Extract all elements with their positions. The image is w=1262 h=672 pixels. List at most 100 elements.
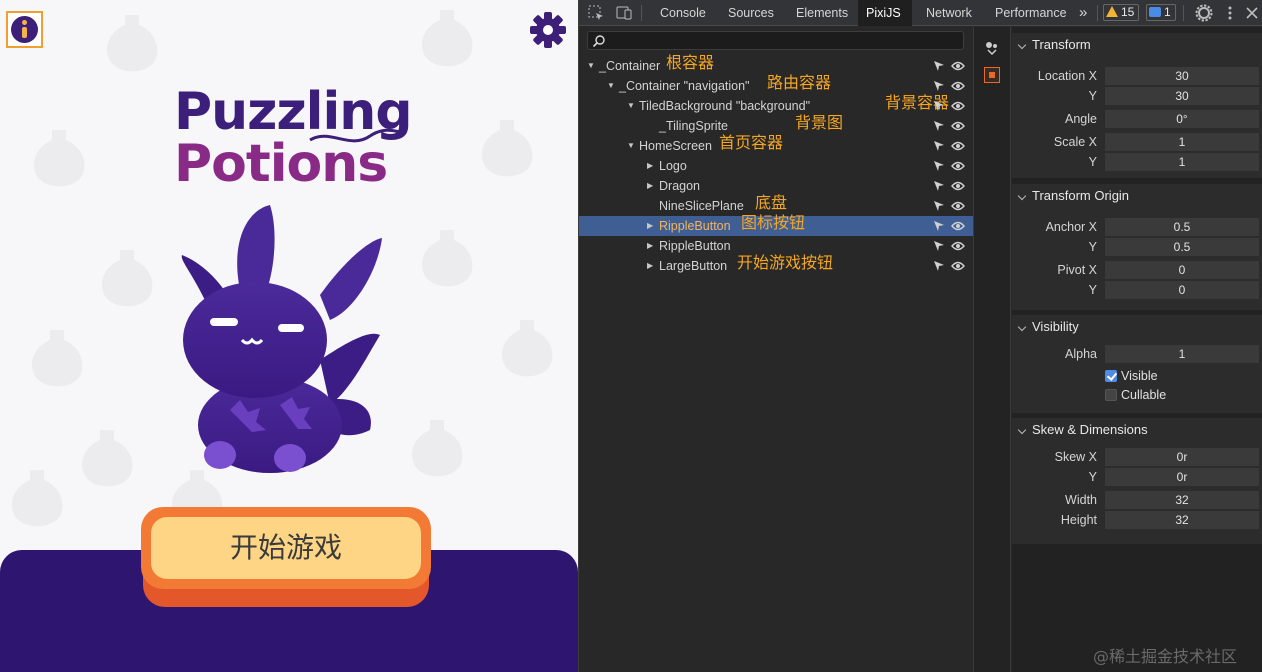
- visibility-eye-icon[interactable]: [951, 261, 965, 271]
- game-canvas[interactable]: Puzzling Potions 开始游戏: [0, 0, 578, 672]
- tab-performance[interactable]: Performance: [987, 0, 1075, 26]
- tree-row[interactable]: ▶ RippleButton 图标按钮: [579, 213, 973, 236]
- tree-node-name: RippleButton: [659, 239, 731, 253]
- tab-pixijs[interactable]: PixiJS: [858, 0, 912, 26]
- warnings-count: 15: [1121, 5, 1135, 19]
- visibility-eye-icon[interactable]: [951, 241, 965, 251]
- transform-section-header[interactable]: Transform: [1012, 33, 1262, 57]
- anchor-x-field[interactable]: 0.5: [1105, 218, 1259, 236]
- location-x-field[interactable]: 30: [1105, 67, 1259, 85]
- pivot-y-field[interactable]: 0: [1105, 281, 1259, 299]
- select-pointer-icon[interactable]: [933, 120, 945, 132]
- height-label: Height: [1060, 513, 1097, 527]
- expand-arrow-right-icon[interactable]: ▶: [647, 156, 653, 176]
- toolbar-separator: [641, 5, 642, 21]
- expand-arrow-right-icon[interactable]: ▶: [647, 236, 653, 256]
- checkbox-unchecked-icon: [1105, 389, 1117, 401]
- scene-search-input[interactable]: [587, 31, 964, 50]
- skew-y-field[interactable]: 0r: [1105, 468, 1259, 486]
- width-label: Width: [1065, 493, 1097, 507]
- game-logo: Puzzling Potions: [170, 82, 413, 197]
- chevron-down-icon: [1017, 40, 1027, 50]
- select-pointer-icon[interactable]: [933, 60, 945, 72]
- visibility-eye-icon[interactable]: [951, 181, 965, 191]
- inspect-element-icon[interactable]: [587, 4, 605, 22]
- visibility-eye-icon[interactable]: [951, 121, 965, 131]
- tree-node-name: Dragon: [659, 179, 700, 193]
- height-field[interactable]: 32: [1105, 511, 1259, 529]
- tab-network[interactable]: Network: [918, 0, 980, 26]
- section-title: Visibility: [1032, 319, 1079, 334]
- device-toolbar-icon[interactable]: [615, 4, 633, 22]
- settings-gear-icon[interactable]: [1195, 4, 1213, 22]
- location-y-label: Y: [1088, 89, 1097, 103]
- alpha-field[interactable]: 1: [1105, 345, 1259, 363]
- tree-row[interactable]: ▶ Logo: [579, 156, 973, 176]
- warning-icon: [1106, 6, 1118, 17]
- select-pointer-icon[interactable]: [933, 180, 945, 192]
- visibility-eye-icon[interactable]: [951, 161, 965, 171]
- select-pointer-icon[interactable]: [933, 240, 945, 252]
- scale-x-field[interactable]: 1: [1105, 133, 1259, 151]
- expand-arrow-right-icon[interactable]: ▶: [647, 176, 653, 196]
- select-pointer-icon[interactable]: [933, 140, 945, 152]
- scale-x-label: Scale X: [1053, 135, 1097, 149]
- tree-row[interactable]: ▶ LargeButton 开始游戏按钮: [579, 253, 973, 276]
- expand-arrow-right-icon[interactable]: ▶: [647, 216, 653, 236]
- more-options-icon[interactable]: [1221, 4, 1239, 22]
- tab-console[interactable]: Console: [652, 0, 714, 26]
- tree-node-name: _TilingSprite: [659, 119, 729, 133]
- panel-side-strip: [973, 27, 1011, 672]
- tab-elements[interactable]: Elements: [788, 0, 856, 26]
- expand-arrow-down-icon[interactable]: ▼: [587, 56, 595, 76]
- scene-graph-icon[interactable]: [984, 40, 1000, 56]
- toolbar-separator: [1183, 5, 1184, 21]
- anchor-x-label: Anchor X: [1045, 220, 1097, 234]
- tree-node-name: LargeButton: [659, 259, 728, 273]
- selection-highlight-icon[interactable]: [984, 67, 1000, 83]
- info-icon: [11, 16, 38, 43]
- scale-y-label: Y: [1088, 155, 1097, 169]
- select-pointer-icon[interactable]: [933, 220, 945, 232]
- pivot-x-field[interactable]: 0: [1105, 261, 1259, 279]
- pivot-y-label: Y: [1088, 283, 1097, 297]
- expand-arrow-right-icon[interactable]: ▶: [647, 256, 653, 276]
- expand-arrow-down-icon[interactable]: ▼: [627, 96, 635, 116]
- select-pointer-icon[interactable]: [933, 260, 945, 272]
- expand-arrow-down-icon[interactable]: ▼: [607, 76, 615, 96]
- skew-x-field[interactable]: 0r: [1105, 448, 1259, 466]
- tree-row[interactable]: ▼ HomeScreen 首页容器: [579, 133, 973, 156]
- messages-badge[interactable]: 1: [1146, 4, 1176, 21]
- visibility-eye-icon[interactable]: [951, 141, 965, 151]
- location-y-field[interactable]: 30: [1105, 87, 1259, 105]
- devtools-panel: Console Sources Elements PixiJS Network …: [578, 0, 1262, 672]
- close-icon[interactable]: [1243, 4, 1261, 22]
- anchor-y-field[interactable]: 0.5: [1105, 238, 1259, 256]
- visibility-eye-icon[interactable]: [951, 221, 965, 231]
- visibility-eye-icon[interactable]: [951, 61, 965, 71]
- select-pointer-icon[interactable]: [933, 200, 945, 212]
- warnings-badge[interactable]: 15: [1103, 4, 1140, 21]
- start-button-inner: 开始游戏: [151, 517, 421, 579]
- width-field[interactable]: 32: [1105, 491, 1259, 509]
- tree-row[interactable]: ▼ TiledBackground "background" 背景容器: [579, 93, 973, 116]
- more-tabs-button[interactable]: »: [1071, 0, 1095, 26]
- visibility-eye-icon[interactable]: [951, 101, 965, 111]
- info-button[interactable]: [6, 11, 43, 48]
- select-pointer-icon[interactable]: [933, 80, 945, 92]
- settings-button[interactable]: [529, 11, 567, 49]
- skew-dimensions-section-header[interactable]: Skew & Dimensions: [1012, 418, 1262, 442]
- visibility-section-header[interactable]: Visibility: [1012, 315, 1262, 339]
- scale-y-field[interactable]: 1: [1105, 153, 1259, 171]
- transform-origin-section-header[interactable]: Transform Origin: [1012, 184, 1262, 208]
- tab-sources[interactable]: Sources: [720, 0, 782, 26]
- select-pointer-icon[interactable]: [933, 160, 945, 172]
- transform-origin-section: Transform Origin Anchor X 0.5 Y 0.5 Pivo…: [1012, 184, 1262, 310]
- angle-field[interactable]: 0°: [1105, 110, 1259, 128]
- visibility-eye-icon[interactable]: [951, 81, 965, 91]
- start-game-button[interactable]: 开始游戏: [141, 507, 431, 607]
- select-pointer-icon[interactable]: [933, 100, 945, 112]
- expand-arrow-down-icon[interactable]: ▼: [627, 136, 635, 156]
- visibility-eye-icon[interactable]: [951, 201, 965, 211]
- chevron-down-icon: [1017, 425, 1027, 435]
